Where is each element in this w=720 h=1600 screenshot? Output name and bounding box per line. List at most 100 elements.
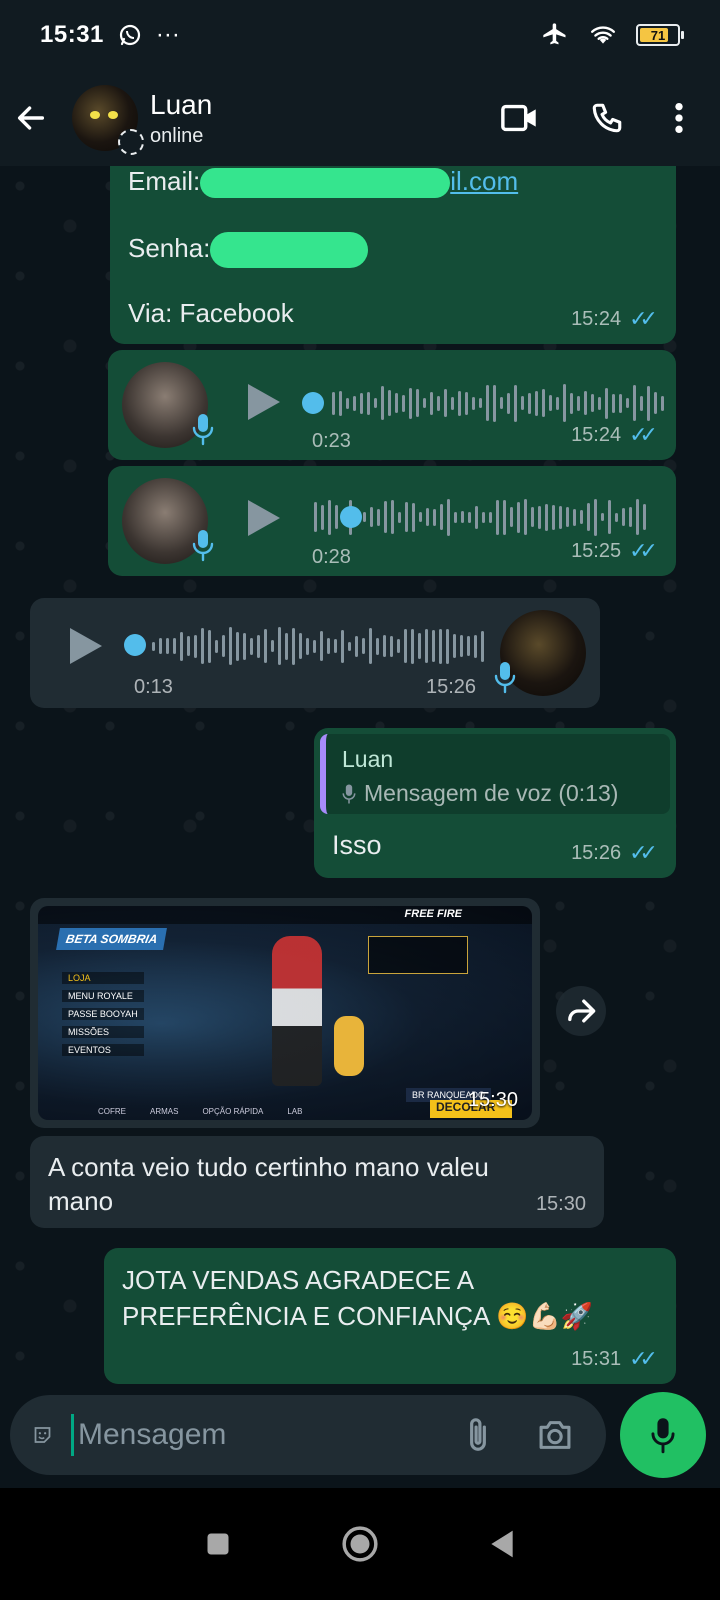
waveform-bar [425,629,428,663]
more-vert-icon[interactable] [674,101,684,135]
waveform-bar [328,499,331,535]
waveform-bar [517,501,520,533]
playback-thumb[interactable] [340,506,362,528]
waveform-bar [580,510,583,524]
game-menu-item: PASSE BOOYAH [62,1008,144,1020]
system-nav-bar [0,1488,720,1600]
waveform-bar [391,500,394,534]
battery-percent: 71 [650,27,666,43]
credentials-message[interactable]: Email: il.com Senha: Via: Facebook 15:24 … [110,166,676,344]
image-message[interactable]: FREE FIRE BETA SOMBRIA LOJA MENU ROYALE PA… [30,898,540,1128]
waveform-bar [521,396,524,410]
wifi-icon [590,26,616,44]
waveform-bar [584,391,587,415]
play-icon[interactable] [70,628,102,664]
waveform-bar [327,638,330,654]
playback-thumb[interactable] [124,634,146,656]
game-bottom-tab: ARMAS [150,1107,179,1116]
voice-record-button[interactable] [620,1392,706,1478]
game-screenshot[interactable]: FREE FIRE BETA SOMBRIA LOJA MENU ROYALE PA… [38,906,532,1120]
phone-icon[interactable] [590,101,624,135]
email-redaction [200,168,451,199]
back-arrow-icon[interactable] [14,101,48,135]
square-nav-icon[interactable] [204,1530,232,1558]
status-bar-left: 15:31 ··· [40,21,180,49]
waveform-bar [446,628,449,664]
composer-actions [464,1416,574,1454]
back-nav-icon[interactable] [488,1528,516,1560]
waveform-bar [489,511,492,523]
waveform-bar [411,628,414,664]
message-input[interactable] [71,1414,464,1456]
waveform-bar [654,392,657,414]
waveform-bar [416,389,419,417]
waveform-bar [398,511,401,523]
camera-icon[interactable] [536,1418,574,1452]
battery-indicator: 71 [636,24,684,46]
video-call-icon[interactable] [500,102,540,134]
play-icon[interactable] [248,384,280,420]
waveform-bar [278,627,281,665]
waveform-bar [313,639,316,653]
waveform[interactable] [152,626,484,666]
waveform-bar [514,384,517,422]
reply-text: Isso [332,830,382,860]
game-character [272,936,322,1086]
waveform-bar [510,507,513,527]
status-bar: 15:31 ··· 71 [0,0,720,70]
waveform-bar [222,635,225,657]
chat-area[interactable]: Email: il.com Senha: Via: Facebook 15:24 … [0,166,720,1396]
attach-icon[interactable] [464,1416,492,1454]
outgoing-text-message[interactable]: JOTA VENDAS AGRADECE A PREFERÊNCIA E CON… [104,1248,676,1384]
quoted-message[interactable]: Luan Mensagem de voz (0:13) [320,734,670,814]
playback-thumb[interactable] [302,392,324,414]
incoming-voice-message[interactable]: 0:13 15:26 [30,598,600,708]
waveform-bar [524,499,527,535]
waveform-bar [381,386,384,420]
waveform-bar [166,638,169,654]
waveform-bar [418,633,421,659]
password-line: Senha: [128,232,369,268]
email-link[interactable]: il.com [450,166,518,196]
play-icon[interactable] [248,500,280,536]
waveform-bar [412,502,415,532]
via-line: Via: Facebook [128,298,294,328]
mic-icon [192,530,214,562]
waveform-bar [388,390,391,416]
quoted-text: Mensagem de voz (0:13) [364,780,619,806]
incoming-text-message[interactable]: A conta veio tudo certinho mano valeu ma… [30,1136,604,1228]
waveform-bar [292,627,295,665]
message-time: 15:26 [571,841,622,864]
avatar-eye-left [90,111,100,119]
waveform-bar [173,638,176,654]
contact-avatar[interactable] [72,85,144,155]
waveform-bar [437,395,440,411]
read-ticks-icon: ✓✓ [629,538,658,563]
waveform-bar [461,511,464,523]
voice-duration: 0:28 [312,546,351,568]
contact-info[interactable]: Luan online [150,89,212,148]
forward-button[interactable] [556,986,606,1036]
waveform-bar [481,630,484,662]
waveform-bar [661,395,664,411]
sticker-icon[interactable] [32,1416,53,1454]
waveform-bar [432,630,435,662]
game-logo: FREE FIRE [404,908,462,920]
waveform-bar [453,634,456,658]
waveform-bar [152,641,155,651]
voice-message-2[interactable]: 0:28 15:25 ✓✓ [108,466,676,576]
waveform[interactable] [314,494,646,540]
game-menu-item: MENU ROYALE [62,990,144,1002]
message-meta: 15:24 ✓✓ [571,422,658,448]
airplane-icon [543,23,566,45]
waveform-bar [467,636,470,656]
reply-message[interactable]: Luan Mensagem de voz (0:13) Isso 15:26 ✓… [314,728,676,878]
home-nav-icon[interactable] [341,1525,379,1563]
waveform-bar [250,637,253,655]
waveform-bar [587,503,590,531]
waveform[interactable] [332,382,664,424]
mic-icon [651,1418,675,1454]
voice-message-1[interactable]: 0:23 15:24 ✓✓ [108,350,676,460]
waveform-bar [479,398,482,408]
message-meta: 15:30 [536,1193,586,1216]
